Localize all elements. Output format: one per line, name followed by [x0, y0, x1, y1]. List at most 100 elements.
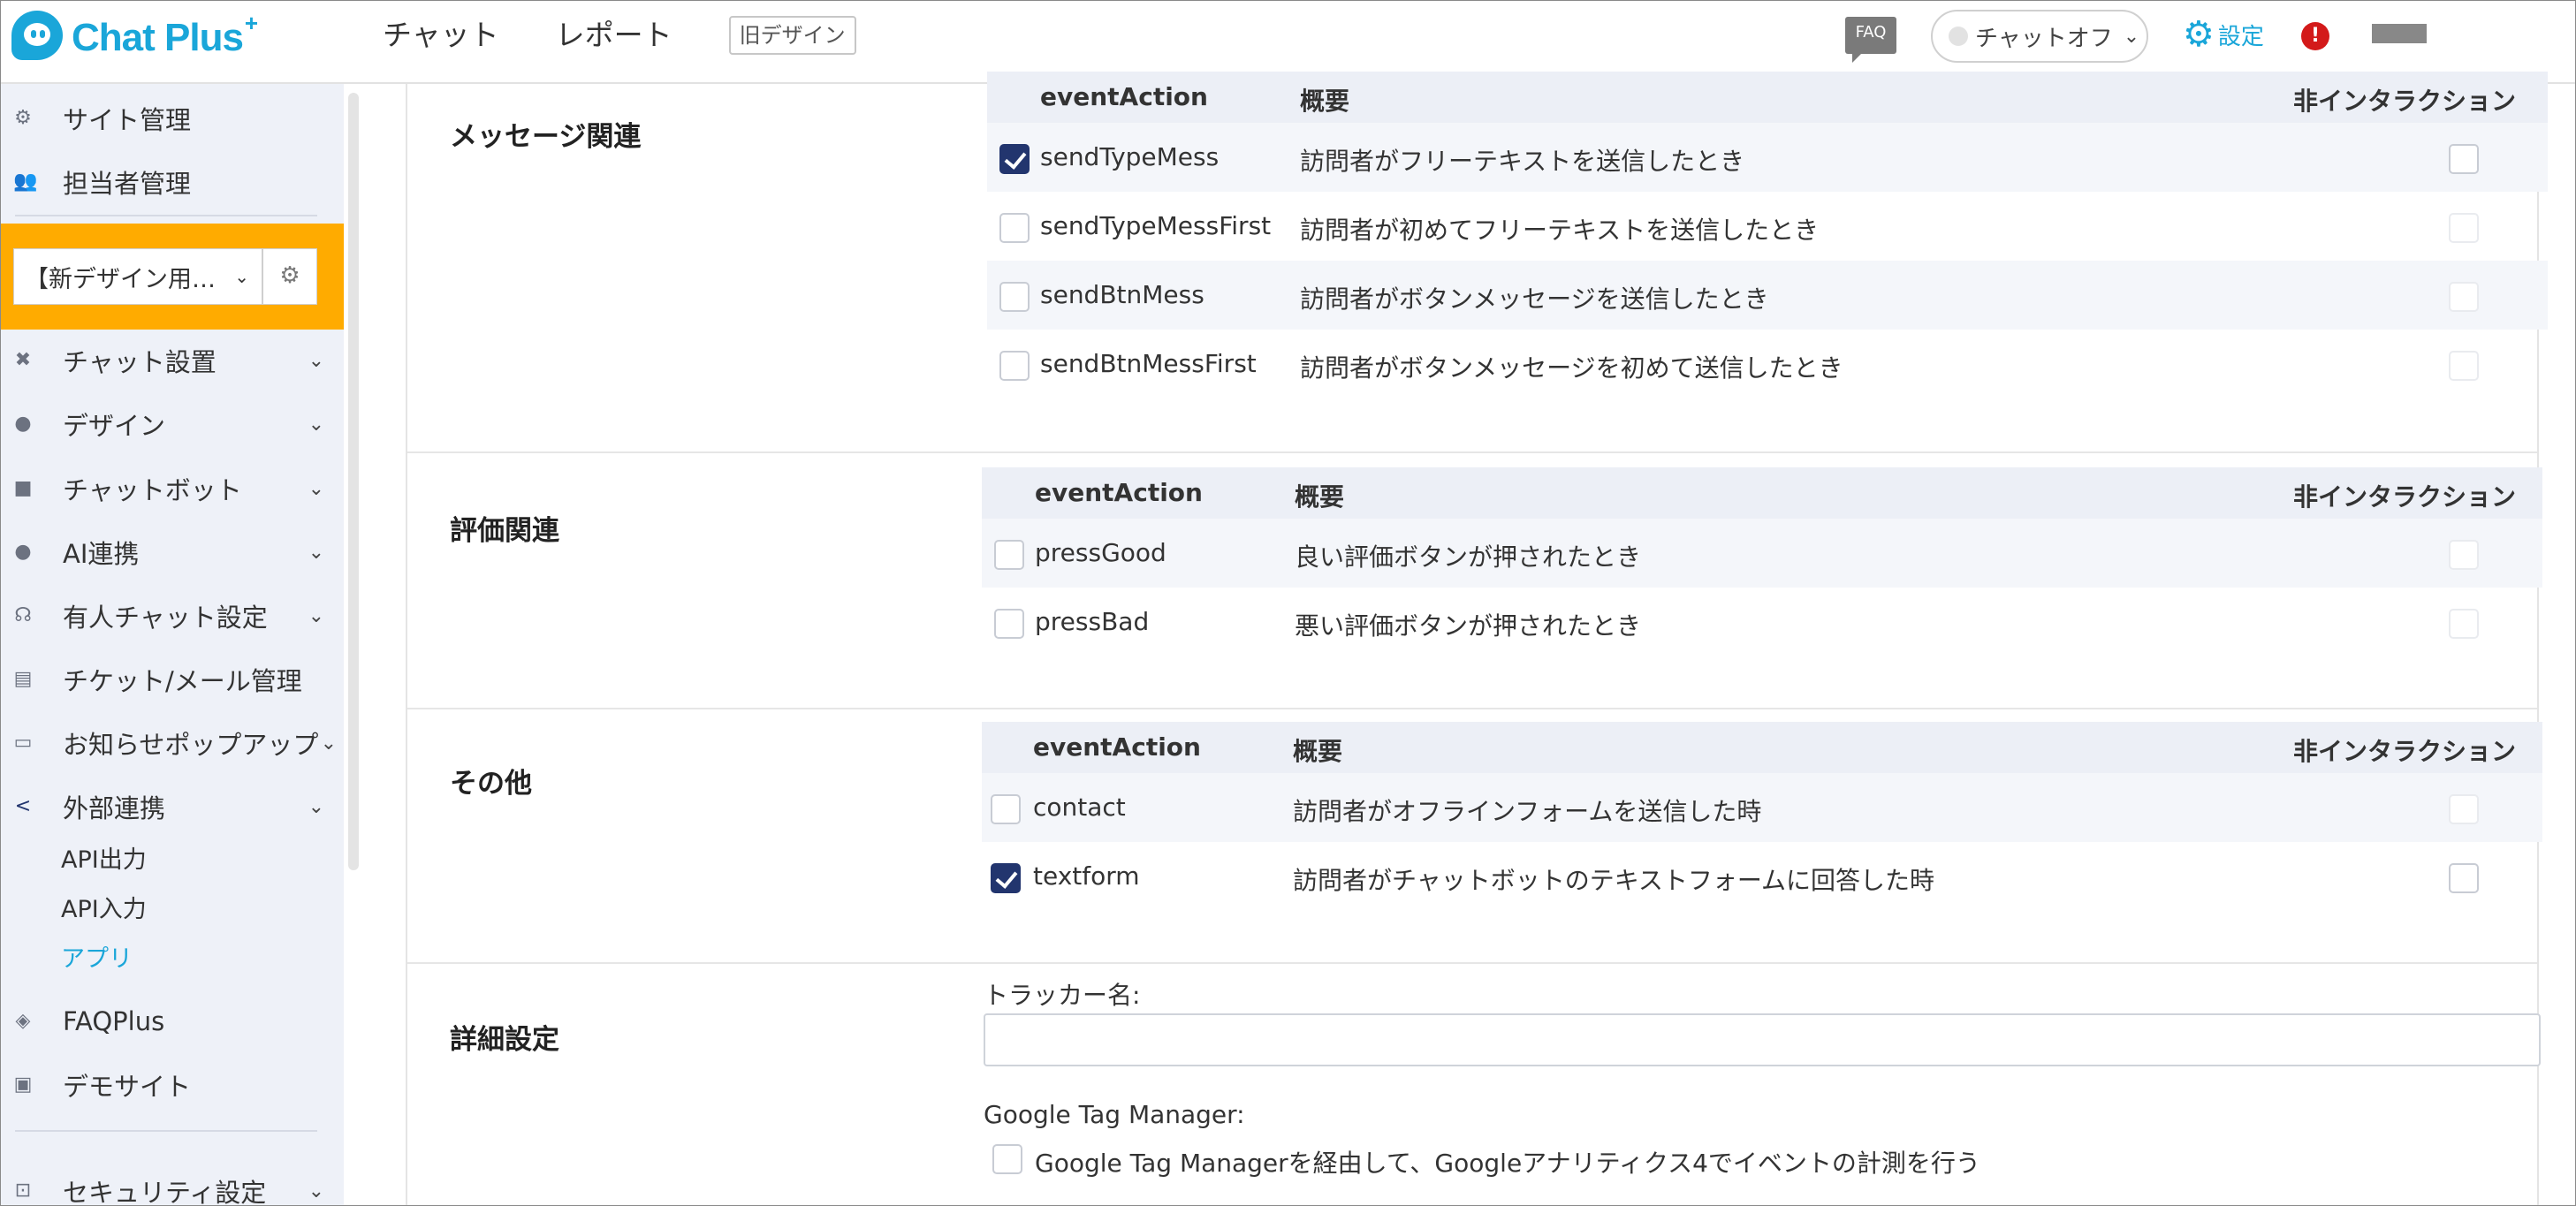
noninteraction-checkbox[interactable] — [2449, 282, 2479, 312]
col-noninteraction: 非インタラクション — [2293, 737, 2517, 766]
chevron-down-icon: ⌄ — [308, 1179, 324, 1202]
tracker-label: トラッカー名: — [984, 981, 1141, 1010]
faq-icon[interactable]: FAQ — [1845, 17, 1896, 63]
sidebar-subitem-api-output[interactable]: API出力 — [61, 840, 147, 875]
event-name: sendBtnMessFirst — [1040, 349, 1257, 378]
logo[interactable]: Chat Plus+ — [11, 10, 258, 60]
gtm-option[interactable]: Google Tag Managerを経由して、Googleアナリティクス4でイ… — [984, 1137, 2486, 1181]
event-checkbox[interactable] — [999, 144, 1030, 174]
site-settings-button[interactable]: ⚙ — [262, 248, 317, 305]
sidebar-item-ticket-mail[interactable]: ▤ チケット/メール管理 — [1, 652, 344, 707]
sidebar-item-label: 担当者管理 — [63, 169, 192, 199]
sidebar-item-security[interactable]: ⊡ セキュリティ設定 ⌄ — [1, 1164, 344, 1205]
event-checkbox[interactable] — [991, 794, 1021, 824]
tracker-name-input[interactable] — [984, 1013, 2541, 1066]
noninteraction-checkbox[interactable] — [2449, 609, 2479, 639]
section-rating: 評価関連 eventAction 概要 非インタラクション pressGood … — [407, 453, 2542, 709]
sidebar-subitem-api-input[interactable]: API入力 — [61, 890, 147, 924]
sidebar-item-label: FAQPlus — [63, 1006, 165, 1036]
event-desc: 訪問者が初めてフリーテキストを送信したとき — [1300, 216, 1820, 245]
table-row: sendTypeMessFirst 訪問者が初めてフリーテキストを送信したとき — [987, 192, 2548, 261]
event-checkbox[interactable] — [999, 351, 1030, 381]
event-table: eventAction 概要 非インタラクション contact 訪問者がオフラ… — [982, 722, 2542, 911]
sidebar-item-chat-install[interactable]: ✖ チャット設置 ⌄ — [1, 333, 344, 388]
site-select[interactable]: 【新デザイン用… ⌄ — [13, 248, 262, 305]
table-row: pressBad 悪い評価ボタンが押されたとき — [982, 588, 2542, 656]
event-desc: 訪問者がオフラインフォームを送信した時 — [1293, 797, 1762, 826]
section-title: その他 — [450, 768, 532, 800]
gear-icon: ⚙ — [14, 107, 32, 129]
chat-status-label: チャットオフ — [1975, 25, 2113, 52]
col-desc: 概要 — [1300, 87, 1350, 116]
sidebar-item-manned-chat[interactable]: ☊ 有人チャット設定 ⌄ — [1, 588, 344, 643]
nav-chat[interactable]: チャット — [383, 13, 499, 57]
sidebar-subitem-apps[interactable]: アプリ — [61, 939, 133, 974]
palette-icon: ● — [14, 413, 32, 435]
users-icon: 👥 — [13, 171, 38, 193]
event-checkbox[interactable] — [994, 540, 1024, 570]
sidebar-item-label: デモサイト — [63, 1072, 192, 1102]
col-event: eventAction — [1035, 478, 1203, 507]
event-table: eventAction 概要 非インタラクション sendTypeMess 訪問… — [987, 72, 2548, 398]
app-window: Chat Plus+ チャット レポート 旧デザイン FAQ チャットオフ ⌄ … — [0, 0, 2576, 1206]
old-design-button[interactable]: 旧デザイン — [728, 16, 856, 55]
settings-label: 設定 — [2217, 23, 2264, 50]
noninteraction-checkbox[interactable] — [2449, 213, 2479, 243]
monitor-icon: ▣ — [13, 1073, 33, 1096]
chat-status-toggle[interactable]: チャットオフ ⌄ — [1931, 10, 2148, 63]
share-icon: < — [14, 795, 32, 817]
sidebar-scrollbar[interactable] — [348, 93, 359, 870]
sidebar-item-integration[interactable]: < 外部連携 ⌄ — [1, 779, 344, 834]
event-checkbox[interactable] — [999, 213, 1030, 243]
section-title: 評価関連 — [450, 515, 559, 547]
section-title: 詳細設定 — [450, 1024, 559, 1056]
event-checkbox[interactable] — [999, 282, 1030, 312]
sidebar-item-faqplus[interactable]: ◈ FAQPlus — [1, 994, 344, 1049]
section-details: 詳細設定 トラッカー名: Google Tag Manager: Google … — [407, 964, 2541, 1205]
sidebar-item-site-management[interactable]: ⚙ サイト管理 — [1, 91, 344, 146]
tools-icon: ✖ — [14, 349, 32, 371]
table-header: eventAction 概要 非インタラクション — [982, 467, 2542, 519]
status-dot — [1949, 27, 1968, 46]
divider — [15, 1130, 317, 1132]
event-checkbox[interactable] — [991, 863, 1021, 893]
event-name: sendBtnMess — [1040, 280, 1204, 309]
chevron-down-icon: ⌄ — [308, 477, 324, 500]
noninteraction-checkbox[interactable] — [2449, 794, 2479, 824]
col-desc: 概要 — [1295, 482, 1345, 512]
noninteraction-checkbox[interactable] — [2449, 351, 2479, 381]
sidebar-item-popup[interactable]: ▭ お知らせポップアップ ⌄ — [1, 716, 344, 770]
gear-icon: ⚙ — [2183, 14, 2215, 55]
table-row: pressGood 良い評価ボタンが押されたとき — [982, 519, 2542, 588]
event-desc: 訪問者がチャットボットのテキストフォームに回答した時 — [1293, 866, 1935, 895]
event-desc: 良い評価ボタンが押されたとき — [1295, 542, 1642, 572]
sidebar-item-ai[interactable]: ● AI連携 ⌄ — [1, 525, 344, 580]
table-row: textform 訪問者がチャットボットのテキストフォームに回答した時 — [982, 842, 2542, 911]
event-checkbox[interactable] — [994, 609, 1024, 639]
event-name: contact — [1033, 793, 1126, 822]
noninteraction-checkbox[interactable] — [2449, 144, 2479, 174]
sidebar-item-chatbot[interactable]: ■ チャットボット ⌄ — [1, 461, 344, 516]
event-name: pressBad — [1035, 607, 1150, 636]
section-message: メッセージ関連 eventAction 概要 非インタラクション sendTyp… — [407, 72, 2548, 453]
sidebar-item-design[interactable]: ● デザイン ⌄ — [1, 397, 344, 451]
user-avatar[interactable] — [2372, 24, 2427, 43]
noninteraction-checkbox[interactable] — [2449, 540, 2479, 570]
col-event: eventAction — [1040, 82, 1208, 111]
event-name: sendTypeMess — [1040, 142, 1220, 171]
ai-icon: ● — [14, 541, 32, 563]
gtm-checkbox[interactable] — [992, 1144, 1022, 1174]
chevron-down-icon: ⌄ — [308, 413, 324, 436]
sidebar-item-demo-site[interactable]: ▣ デモサイト — [1, 1058, 344, 1112]
sidebar-item-staff-management[interactable]: 👥 担当者管理 — [1, 155, 344, 209]
sidebar-item-label: チャット設置 — [63, 347, 217, 377]
noninteraction-checkbox[interactable] — [2449, 863, 2479, 893]
alert-icon[interactable]: ! — [2301, 22, 2329, 50]
chevron-down-icon: ⌄ — [320, 732, 337, 755]
nav-report[interactable]: レポート — [556, 13, 672, 57]
section-title: メッセージ関連 — [450, 121, 642, 153]
lock-icon: ⊡ — [14, 1179, 32, 1202]
settings-link[interactable]: ⚙ 設定 — [2183, 17, 2264, 52]
sidebar-item-label: 外部連携 — [63, 793, 166, 823]
sidebar-item-label: チケット/メール管理 — [63, 666, 302, 696]
